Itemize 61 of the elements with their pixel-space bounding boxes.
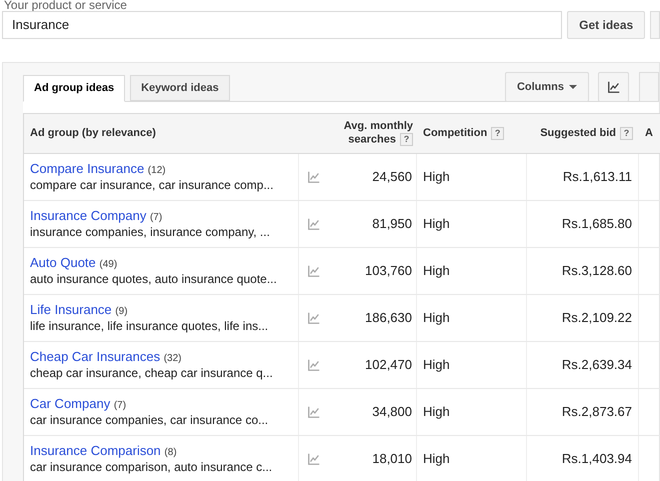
searches-cell: 103,760 xyxy=(329,248,417,294)
column-header[interactable]: Avg. monthly searches ? xyxy=(329,120,413,147)
bid-cell: Rs.1,403.94 xyxy=(527,436,639,481)
column-header[interactable]: A xyxy=(645,125,653,142)
competition-cell: High xyxy=(417,342,527,388)
help-icon[interactable]: ? xyxy=(491,127,504,140)
bid-cell: Rs.2,109.22 xyxy=(527,295,639,341)
ad-group-link[interactable]: Compare Insurance xyxy=(30,161,144,176)
bid-cell: Rs.2,873.67 xyxy=(527,389,639,435)
keyword-list: car insurance companies, car insurance co... xyxy=(30,413,298,428)
competition-cell: High xyxy=(417,436,527,481)
column-header[interactable]: Competition xyxy=(423,125,488,142)
bid-cell: Rs.2,639.34 xyxy=(527,342,639,388)
keyword-count: (8) xyxy=(164,447,177,458)
cut-button[interactable] xyxy=(650,11,660,39)
keyword-list: insurance companies, insurance company, ... xyxy=(30,225,298,240)
product-input-field[interactable]: Insurance xyxy=(2,11,562,39)
ad-group-link[interactable]: Car Company xyxy=(30,396,110,411)
keyword-count: (32) xyxy=(164,353,182,364)
searches-cell: 18,010 xyxy=(329,436,417,481)
competition-cell: High xyxy=(417,389,527,435)
searches-cell: 81,950 xyxy=(329,201,417,247)
bid-cell: Rs.1,613.11 xyxy=(527,154,639,200)
tab[interactable]: Keyword ideas xyxy=(130,75,230,101)
competition-cell: High xyxy=(417,154,527,200)
keyword-count: (49) xyxy=(99,259,118,270)
keyword-count: (7) xyxy=(114,400,126,411)
get-ideas-button[interactable]: Get ideas xyxy=(567,11,646,39)
keyword-list: compare car insurance, car insurance comp... xyxy=(30,178,298,193)
competition-cell: High xyxy=(417,295,527,341)
searches-cell: 24,560 xyxy=(329,154,417,200)
bid-cell: Rs.3,128.60 xyxy=(527,248,639,294)
keyword-list: cheap car insurance, cheap car insurance q... xyxy=(30,366,298,381)
ad-group-link[interactable]: Cheap Car Insurances xyxy=(30,349,160,364)
field-label: Your product or service xyxy=(3,0,128,10)
columns-dropdown[interactable]: Columns xyxy=(504,72,589,102)
competition-cell: High xyxy=(417,201,527,247)
searches-cell: 102,470 xyxy=(329,342,417,388)
ad-group-link[interactable]: Insurance Company xyxy=(30,208,146,223)
column-header[interactable]: Ad group (by relevance) xyxy=(24,114,329,153)
ad-group-link[interactable]: Insurance Comparison xyxy=(30,443,161,458)
keyword-count: (12) xyxy=(148,165,166,176)
chart-button[interactable] xyxy=(598,72,629,102)
keyword-list: auto insurance quotes, auto insurance quote... xyxy=(30,272,298,287)
ad-group-link[interactable]: Auto Quote xyxy=(30,255,96,270)
searches-cell: 186,630 xyxy=(329,295,417,341)
help-icon[interactable]: ? xyxy=(400,133,413,146)
tab[interactable]: Ad group ideas xyxy=(23,75,126,102)
column-header[interactable]: Suggested bid xyxy=(540,125,616,142)
cut-button[interactable] xyxy=(639,72,659,102)
bid-cell: Rs.1,685.80 xyxy=(527,201,639,247)
ad-group-link[interactable]: Life Insurance xyxy=(30,302,112,317)
help-icon[interactable]: ? xyxy=(620,127,633,140)
line-chart-icon[interactable] xyxy=(606,80,620,94)
keyword-count: (7) xyxy=(150,212,162,223)
caret-icon xyxy=(569,85,577,89)
keyword-count: (9) xyxy=(115,306,128,317)
keyword-list: life insurance, life insurance quotes, life ins... xyxy=(30,319,298,334)
competition-cell: High xyxy=(417,248,527,294)
searches-cell: 34,800 xyxy=(329,389,417,435)
keyword-list: car insurance comparison, auto insurance c... xyxy=(30,460,298,475)
